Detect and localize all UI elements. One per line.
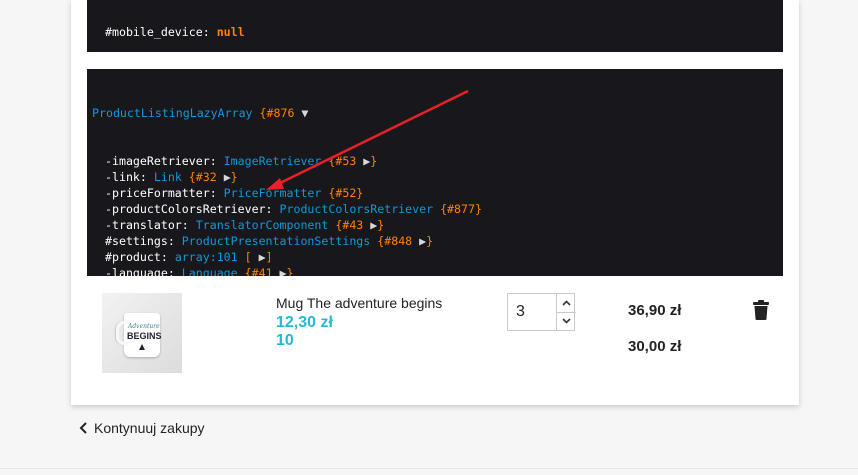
product-line-subtotal: 30,00 zł [628,338,682,355]
dump-ref: {#32 [188,170,217,184]
dump-close-brace: } [370,154,378,168]
dump-ref: {#43 [335,218,364,232]
collapse-toggle-icon: ▼ [301,106,309,120]
chevron-left-icon [79,422,87,434]
dump-close-brace: ] [265,250,273,264]
quantity-increase-button[interactable] [556,294,576,313]
dump-ref: {#848 [377,234,413,248]
dump-type: ImageRetriever [223,154,322,168]
product-unit-price: 12,30 zł [276,314,333,331]
dump-ref: {#877} [440,202,482,216]
dump-close-brace: } [377,218,385,232]
chevron-up-icon [562,300,571,306]
mug-handle [116,321,129,345]
dump-type: Language [181,266,238,276]
mug-icon: Adventure BEGINS [124,313,162,357]
expand-toggle-icon[interactable]: ▶ [280,266,287,276]
dump-ref: [ [244,250,252,264]
dump-property[interactable]: -language: Language {#41 ▶} [87,265,783,276]
dump-type: TranslatorComponent [195,218,329,232]
dump-close-brace: } [426,234,434,248]
dump-property[interactable]: #settings: ProductPresentationSettings {… [87,233,783,249]
dump-key: -priceFormatter [105,186,210,200]
quantity-input[interactable] [508,294,556,330]
debug-dump-product-listing: ProductListingLazyArray {#876 ▼ -imageRe… [87,69,783,276]
dump-type: ProductPresentationSettings [181,234,371,248]
dump-ref: {#53 [328,154,357,168]
mug-text-big: BEGINS [127,331,162,341]
debug-dump-top: #mobile_device: null #is_mobile: false #… [87,0,783,52]
divider [0,468,858,469]
expand-toggle-icon[interactable]: ▶ [224,170,231,184]
expand-toggle-icon[interactable]: ▶ [259,250,266,264]
quantity-decrease-button[interactable] [556,312,576,330]
trash-icon[interactable] [752,300,770,320]
dump-ref: {#52} [328,186,364,200]
chevron-down-icon [562,318,571,324]
dump-line: #mobile_device: null [105,25,245,39]
product-attribute: 10 [276,332,294,349]
dump-key: -imageRetriever [105,154,210,168]
dump-type: Link [153,170,182,184]
dump-ref: {#876 [259,106,295,120]
mug-text-small: Adventure [128,323,160,330]
dump-close-brace: } [286,266,294,276]
dump-property[interactable]: -translator: TranslatorComponent {#43 ▶} [87,217,783,233]
dump-key: -language [105,266,168,276]
dump-ref: {#41 [244,266,273,276]
quantity-stepper [507,293,576,331]
dump-key: #settings [105,234,168,248]
tree-icon [139,344,145,350]
dump-property[interactable]: -link: Link {#32 ▶} [87,169,783,185]
dump-property: -priceFormatter: PriceFormatter {#52} [105,186,364,200]
dump-key: -translator [105,218,182,232]
dump-property[interactable]: -imageRetriever: ImageRetriever {#53 ▶} [87,153,783,169]
dump-property: -productColorsRetriever: ProductColorsRe… [105,202,482,216]
continue-shopping-label: Kontynuuj zakupy [94,420,205,436]
dump-key: -productColorsRetriever [105,202,266,216]
product-line-total: 36,90 zł [628,302,682,319]
dump-type: array:101 [174,250,238,264]
dump-header[interactable]: ProductListingLazyArray {#876 ▼ [87,101,783,121]
continue-shopping-link[interactable]: Kontynuuj zakupy [77,420,205,436]
dump-type: PriceFormatter [223,186,322,200]
dump-type: ProductColorsRetriever [279,202,434,216]
product-name-link[interactable]: Mug The adventure begins [276,295,442,311]
dump-key: #product [105,250,161,264]
dump-property[interactable]: #product: array:101 [ ▶] [87,249,783,265]
product-image[interactable]: Adventure BEGINS [102,293,182,373]
dump-close-brace: } [230,170,238,184]
dump-key: -link [105,170,140,184]
